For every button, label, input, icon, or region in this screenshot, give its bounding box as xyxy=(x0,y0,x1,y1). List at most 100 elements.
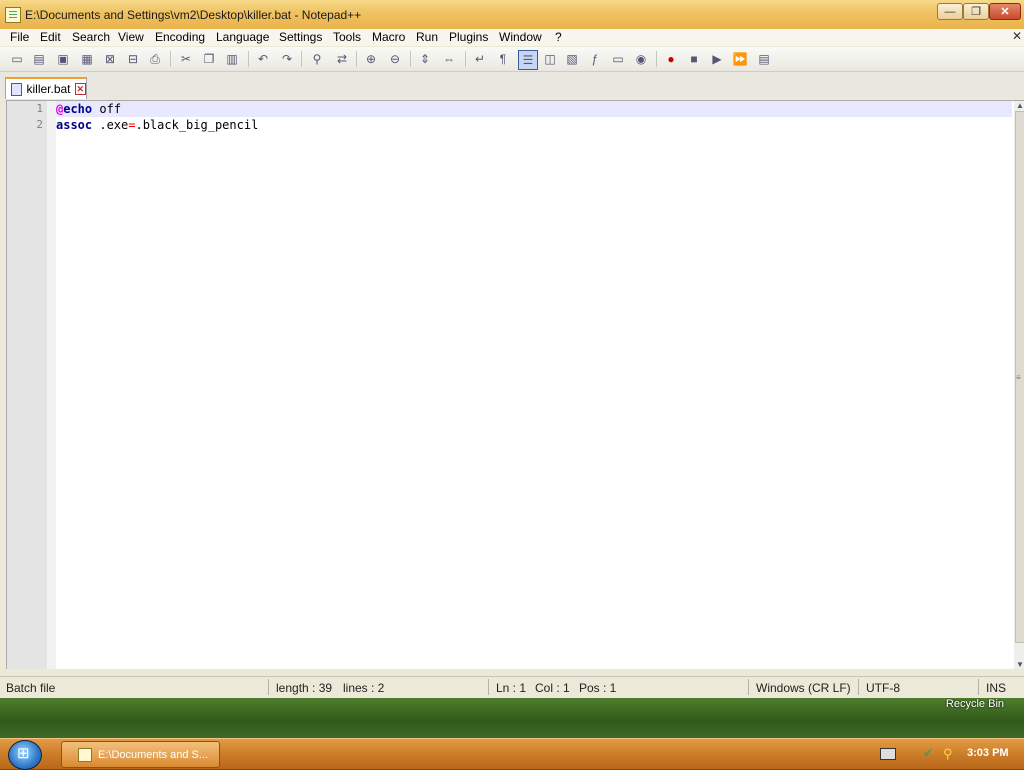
tab-killer-bat[interactable]: killer.bat ✕ xyxy=(5,77,87,99)
status-divider xyxy=(978,679,979,695)
network-icon[interactable]: ✔ xyxy=(923,746,935,760)
toolbar-separator xyxy=(356,51,357,67)
code-token: .exe xyxy=(92,118,129,132)
menu-run[interactable]: Run xyxy=(416,30,438,44)
toolbar-separator xyxy=(301,51,302,67)
line-number: 1 xyxy=(36,102,43,115)
status-encoding: UTF-8 xyxy=(866,681,900,695)
menu-help[interactable]: ? xyxy=(555,30,562,44)
redo-icon[interactable]: ↷ xyxy=(278,50,296,68)
notepad-task-icon xyxy=(78,747,92,762)
doc-map-icon[interactable]: ▧ xyxy=(563,50,581,68)
playback-macro-icon[interactable]: ▶ xyxy=(708,50,726,68)
editor-pane[interactable]: 1 2 @echo off assoc .exe=.black_big_penc… xyxy=(6,100,1024,669)
sync-vertical-icon[interactable]: ⇕ xyxy=(416,50,434,68)
toolbar-separator xyxy=(410,51,411,67)
scroll-grip-icon: ≡ xyxy=(1016,373,1021,382)
minimize-button[interactable]: — xyxy=(937,3,963,20)
code-token: off xyxy=(92,102,122,116)
zoom-out-icon[interactable]: ⊖ xyxy=(386,50,404,68)
word-wrap-icon[interactable]: ↵ xyxy=(471,50,489,68)
fold-margin[interactable] xyxy=(47,101,56,669)
toolbar-separator xyxy=(465,51,466,67)
status-divider xyxy=(858,679,859,695)
monitoring-icon[interactable]: ◉ xyxy=(632,50,650,68)
scroll-up-arrow-icon[interactable]: ▲ xyxy=(1016,101,1024,110)
find-icon[interactable]: ⚲ xyxy=(308,50,326,68)
status-lines: lines : 2 xyxy=(343,681,385,695)
tab-label: killer.bat xyxy=(26,82,71,96)
menu-view[interactable]: View xyxy=(118,30,144,44)
notepad-app-icon[interactable] xyxy=(5,7,21,23)
paste-icon[interactable]: ▥ xyxy=(223,50,241,68)
zoom-in-icon[interactable]: ⊕ xyxy=(362,50,380,68)
status-pos: Pos : 1 xyxy=(579,681,617,695)
desktop-background xyxy=(0,696,1024,738)
cut-icon[interactable]: ✂ xyxy=(177,50,195,68)
status-divider xyxy=(748,679,749,695)
start-button[interactable] xyxy=(8,740,42,770)
menu-encoding[interactable]: Encoding xyxy=(155,30,205,44)
window-title: E:\Documents and Settings\vm2\Desktop\ki… xyxy=(25,8,362,22)
file-icon xyxy=(11,82,23,96)
menu-tools[interactable]: Tools xyxy=(333,30,361,44)
indent-guide-icon[interactable]: ☰ xyxy=(518,50,538,70)
menu-plugins[interactable]: Plugins xyxy=(449,30,488,44)
save-icon[interactable]: ▣ xyxy=(54,50,72,68)
status-ln: Ln : 1 xyxy=(496,681,527,695)
taskbar: E:\Documents and S... ✔ ⚲ 3:03 PM xyxy=(0,738,1024,770)
close-window-button[interactable]: ✕ xyxy=(989,3,1021,20)
notepad-window: E:\Documents and Settings\vm2\Desktop\ki… xyxy=(0,0,1024,698)
menu-bar: File Edit Search View Encoding Language … xyxy=(0,29,1024,46)
function-list-icon[interactable]: ƒ xyxy=(586,50,604,68)
close-document-icon[interactable]: ✕ xyxy=(1012,29,1022,43)
menu-language[interactable]: Language xyxy=(216,30,269,44)
code-area[interactable]: @echo off assoc .exe=.black_big_pencil xyxy=(56,101,1012,669)
record-macro-icon[interactable]: ● xyxy=(662,50,680,68)
folder-as-workspace-icon[interactable]: ▭ xyxy=(609,50,627,68)
code-token: assoc xyxy=(56,118,93,132)
line-number-gutter: 1 2 xyxy=(7,101,47,669)
menu-search[interactable]: Search xyxy=(72,30,110,44)
status-eol: Windows (CR LF) xyxy=(756,681,851,695)
line-number: 2 xyxy=(36,118,43,131)
copy-icon[interactable]: ❐ xyxy=(200,50,218,68)
recycle-bin-label[interactable]: Recycle Bin xyxy=(946,698,1004,710)
show-all-chars-icon[interactable]: ¶ xyxy=(494,50,512,68)
menu-window[interactable]: Window xyxy=(499,30,542,44)
menu-settings[interactable]: Settings xyxy=(279,30,322,44)
scroll-down-arrow-icon[interactable]: ▼ xyxy=(1016,660,1024,669)
stop-record-icon[interactable]: ■ xyxy=(685,50,703,68)
open-file-icon[interactable]: ▤ xyxy=(30,50,48,68)
title-bar[interactable]: E:\Documents and Settings\vm2\Desktop\ki… xyxy=(0,0,1024,30)
print-icon[interactable]: ⎙ xyxy=(146,50,164,68)
maximize-button[interactable]: ❐ xyxy=(963,3,989,20)
close-icon[interactable]: ⊠ xyxy=(101,50,119,68)
sync-horizontal-icon[interactable]: ⇔ xyxy=(440,50,458,68)
status-divider xyxy=(488,679,489,695)
taskbar-button-label: E:\Documents and S... xyxy=(98,748,209,761)
taskbar-clock[interactable]: 3:03 PM xyxy=(967,747,1009,759)
menu-macro[interactable]: Macro xyxy=(372,30,405,44)
menu-file[interactable]: File xyxy=(10,30,29,44)
user-defined-lang-icon[interactable]: ◫ xyxy=(541,50,559,68)
vertical-scrollbar[interactable]: ▲ ≡ ▼ xyxy=(1014,101,1024,669)
status-bar: Batch file length : 39 lines : 2 Ln : 1 … xyxy=(0,676,1024,697)
save-macro-icon[interactable]: ▤ xyxy=(755,50,773,68)
search-icon[interactable]: ⚲ xyxy=(943,746,955,761)
status-divider xyxy=(268,679,269,695)
new-file-icon[interactable]: ▭ xyxy=(8,50,26,68)
code-line-1[interactable]: @echo off xyxy=(56,101,1012,117)
keyboard-icon[interactable] xyxy=(880,748,896,760)
tab-close-icon[interactable]: ✕ xyxy=(74,83,86,95)
run-macro-multiple-icon[interactable]: ⏩ xyxy=(731,50,749,68)
code-line-2[interactable]: assoc .exe=.black_big_pencil xyxy=(56,117,1012,133)
close-all-icon[interactable]: ⊟ xyxy=(124,50,142,68)
toolbar-separator xyxy=(656,51,657,67)
status-insert-mode: INS xyxy=(986,681,1007,695)
save-all-icon[interactable]: ▦ xyxy=(78,50,96,68)
undo-icon[interactable]: ↶ xyxy=(254,50,272,68)
menu-edit[interactable]: Edit xyxy=(40,30,61,44)
taskbar-notepad-button[interactable]: E:\Documents and S... xyxy=(61,741,220,768)
replace-icon[interactable]: ⇄ xyxy=(333,50,351,68)
